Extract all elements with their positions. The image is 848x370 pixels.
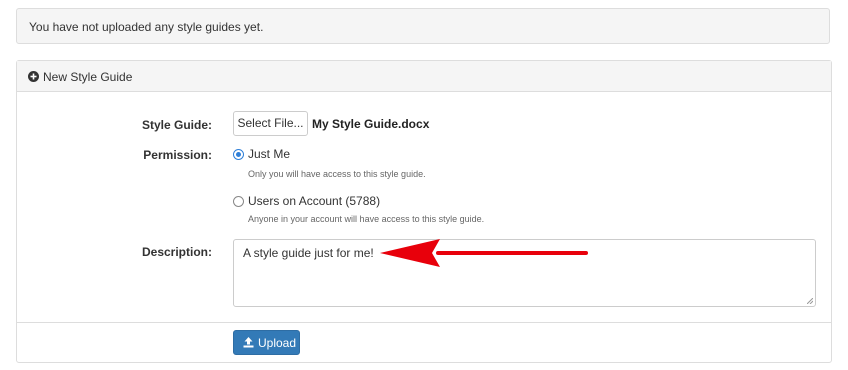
panel-footer-divider [17,322,831,323]
radio-users-on-account[interactable] [233,196,244,207]
upload-button[interactable]: Upload [233,330,300,355]
selected-file-name: My Style Guide.docx [312,117,430,131]
description-value: A style guide just for me! [243,246,374,260]
panel-title: New Style Guide [43,70,133,84]
users-on-account-help-text: Anyone in your account will have access … [248,214,485,224]
upload-icon [243,337,254,348]
red-arrow-annotation [380,239,588,267]
plus-circle-icon [28,71,39,82]
panel-heading[interactable]: New Style Guide [17,61,831,92]
new-style-guide-panel: New Style Guide [16,60,832,363]
radio-just-me-label[interactable]: Just Me [248,147,290,161]
just-me-help-text: Only you will have access to this style … [248,169,426,179]
radio-users-on-account-label[interactable]: Users on Account (5788) [248,194,380,208]
style-guide-label: Style Guide: [141,118,212,132]
permission-label: Permission: [143,148,212,162]
resize-grip-icon[interactable] [807,298,813,304]
description-label: Description: [141,245,212,259]
select-file-button[interactable]: Select File... [233,111,308,136]
upload-label: Upload [258,336,297,350]
notice-text: You have not uploaded any style guides y… [29,20,264,34]
radio-just-me[interactable] [233,149,244,160]
empty-notice: You have not uploaded any style guides y… [16,8,830,44]
